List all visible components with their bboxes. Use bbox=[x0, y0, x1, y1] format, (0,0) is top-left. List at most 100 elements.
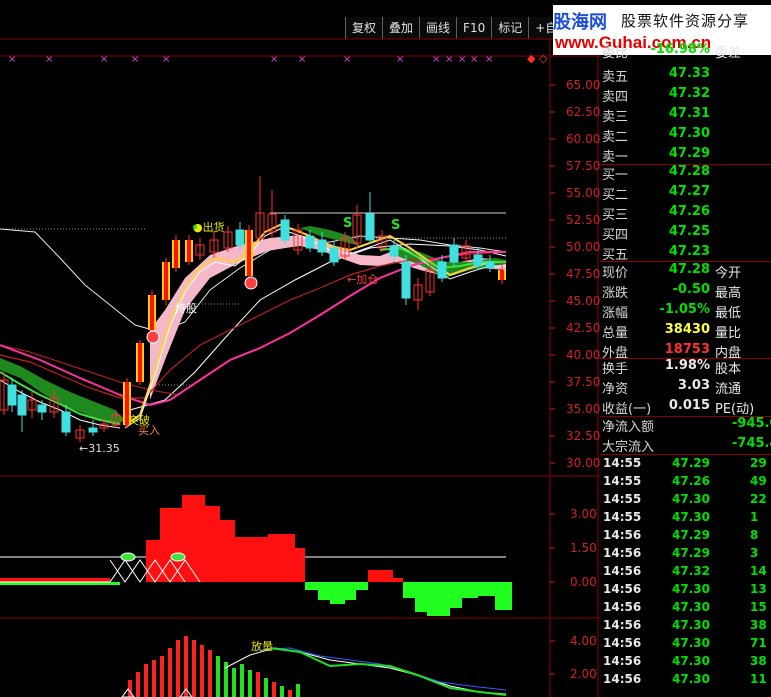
price-tick-label: 57.50 bbox=[566, 159, 600, 173]
price-tick-label: 62.50 bbox=[566, 105, 600, 119]
tick-price: 47.30 bbox=[672, 510, 710, 524]
tick-row: 14:56 47.30 38 bbox=[600, 654, 771, 672]
tick-time: 14:56 bbox=[603, 618, 642, 632]
signal-x-icon: × bbox=[458, 54, 466, 65]
stat-value: -0.50 bbox=[672, 282, 710, 297]
indicator1-tick-label: 0.00 bbox=[570, 575, 597, 589]
stat2-right-label: 股本 bbox=[715, 362, 742, 377]
bid-row: 买一 47.28 bbox=[600, 164, 771, 183]
stat2-value: 0.015 bbox=[668, 398, 710, 413]
stat2-row: 换手 1.98% 股本 bbox=[600, 358, 771, 377]
ask-row: 卖二 47.30 bbox=[600, 126, 771, 145]
price-tick-label: 30.00 bbox=[566, 456, 600, 470]
ask-price: 47.30 bbox=[668, 126, 710, 141]
stat-label: 现价 bbox=[602, 266, 629, 281]
gem-icon bbox=[170, 552, 186, 562]
scroll-diamond-icon[interactable]: ◇ bbox=[539, 52, 548, 65]
stat-right-label: 最高 bbox=[715, 286, 742, 301]
tick-row: 14:56 47.30 15 bbox=[600, 600, 771, 618]
tick-volume: 11 bbox=[750, 672, 767, 686]
stat-row: 涨幅 -1.05% 最低 bbox=[600, 302, 771, 321]
bid-label: 买一 bbox=[602, 168, 629, 183]
flow-label: 大宗流入 bbox=[602, 440, 655, 455]
tick-time: 14:56 bbox=[603, 564, 642, 578]
dot-icon bbox=[193, 225, 197, 229]
kline-chart[interactable]: × × × × × × × × × × × × × × ◆ ◇ 65.00 62.50 60.00 57.50 5… bbox=[0, 0, 600, 697]
buy-ball-icon bbox=[146, 330, 160, 344]
tick-price: 47.26 bbox=[672, 474, 710, 488]
ask-price: 47.31 bbox=[668, 106, 710, 121]
tick-price: 47.29 bbox=[672, 546, 710, 560]
tick-price: 47.29 bbox=[672, 528, 710, 542]
tick-volume: 38 bbox=[750, 618, 767, 632]
stat-row: 涨跌 -0.50 最高 bbox=[600, 282, 771, 301]
bid-row: 买三 47.26 bbox=[600, 204, 771, 223]
tick-time: 14:55 bbox=[603, 456, 642, 470]
tick-price: 47.30 bbox=[672, 618, 710, 632]
ask-label: 卖三 bbox=[602, 110, 629, 125]
watermark-site: 股海网 bbox=[553, 12, 607, 32]
tick-row: 14:56 47.30 71 bbox=[600, 636, 771, 654]
tick-price: 47.29 bbox=[672, 456, 710, 470]
bid-price: 47.28 bbox=[668, 164, 710, 179]
indicator2-axis: 4.00 2.00 bbox=[550, 634, 597, 681]
tick-row: 14:56 47.30 11 bbox=[600, 672, 771, 690]
scroll-diamond-icon[interactable]: ◆ bbox=[527, 52, 536, 65]
tick-volume: 1 bbox=[750, 510, 759, 524]
tick-volume: 38 bbox=[750, 654, 767, 668]
price-tick-label: 32.50 bbox=[566, 429, 600, 443]
tick-volume: 13 bbox=[750, 582, 767, 596]
tick-row: 14:55 47.29 29 bbox=[600, 456, 771, 474]
flow-value: -745.4 bbox=[732, 436, 771, 451]
stat-value: 47.28 bbox=[668, 262, 710, 277]
order-ratio-row: 委比 -16.98% 委差 bbox=[600, 42, 771, 61]
bid-row: 买五 47.23 bbox=[600, 244, 771, 263]
stat-right-label: 量比 bbox=[715, 326, 742, 341]
bid-row: 买二 47.27 bbox=[600, 184, 771, 203]
signal-x-icon: × bbox=[270, 54, 278, 65]
stat2-label: 换手 bbox=[602, 362, 629, 377]
quote-panel: 委比 -16.98% 委差 卖五 47.33 卖四 47.32 卖三 47.31 卖二 47.30 卖… bbox=[600, 42, 771, 697]
signal-x-icon: × bbox=[162, 54, 170, 65]
tick-time: 14:55 bbox=[603, 510, 642, 524]
tick-time: 14:56 bbox=[603, 546, 642, 560]
price-tick-label: 35.00 bbox=[566, 402, 600, 416]
stat-right-label: 今开 bbox=[715, 266, 742, 281]
tick-row: 14:56 47.29 3 bbox=[600, 546, 771, 564]
tick-price: 47.30 bbox=[672, 582, 710, 596]
indicator1-area bbox=[0, 495, 512, 616]
candlestick-area: ←31.35 ●出货 买入 突破 持股 ←加仓 S S bbox=[0, 176, 507, 455]
tick-time: 14:56 bbox=[603, 672, 642, 686]
signal-x-icon: × bbox=[470, 54, 478, 65]
tick-time: 14:56 bbox=[603, 600, 642, 614]
ask-row: 卖四 47.32 bbox=[600, 86, 771, 105]
bid-label: 买三 bbox=[602, 208, 629, 223]
tick-time: 14:55 bbox=[603, 492, 642, 506]
ask-row: 卖五 47.33 bbox=[600, 66, 771, 85]
signal-x-icon: × bbox=[8, 54, 16, 65]
stat2-label: 收益(一) bbox=[602, 402, 652, 417]
stat2-row: 净资 3.03 流通 bbox=[600, 378, 771, 397]
signal-x-icon: × bbox=[396, 54, 404, 65]
stat2-right-label: PE(动) bbox=[715, 402, 755, 417]
ask-label: 卖二 bbox=[602, 130, 629, 145]
tick-price: 47.30 bbox=[672, 636, 710, 650]
stat-label: 总量 bbox=[602, 326, 629, 341]
tick-row: 14:55 47.26 49 bbox=[600, 474, 771, 492]
price-tick-label: 45.00 bbox=[566, 294, 600, 308]
tick-volume: 22 bbox=[750, 492, 767, 506]
sell-signal-label: ●出货 bbox=[193, 220, 225, 234]
indicator2-tick-label: 4.00 bbox=[570, 634, 597, 648]
price-tick-label: 40.00 bbox=[566, 348, 600, 362]
order-diff-label: 委差 bbox=[715, 46, 742, 61]
signal-x-icon: × bbox=[45, 54, 53, 65]
signal-x-icon: × bbox=[445, 54, 453, 65]
stat2-row: 收益(一) 0.015 PE(动) bbox=[600, 398, 771, 417]
signal-x-icon: × bbox=[100, 54, 108, 65]
low-price-label: ←31.35 bbox=[79, 442, 120, 455]
bid-label: 买四 bbox=[602, 228, 629, 243]
ask-price: 47.32 bbox=[668, 86, 710, 101]
bid-row: 买四 47.25 bbox=[600, 224, 771, 243]
bid-price: 47.23 bbox=[668, 244, 710, 259]
tick-time: 14:55 bbox=[603, 474, 642, 488]
